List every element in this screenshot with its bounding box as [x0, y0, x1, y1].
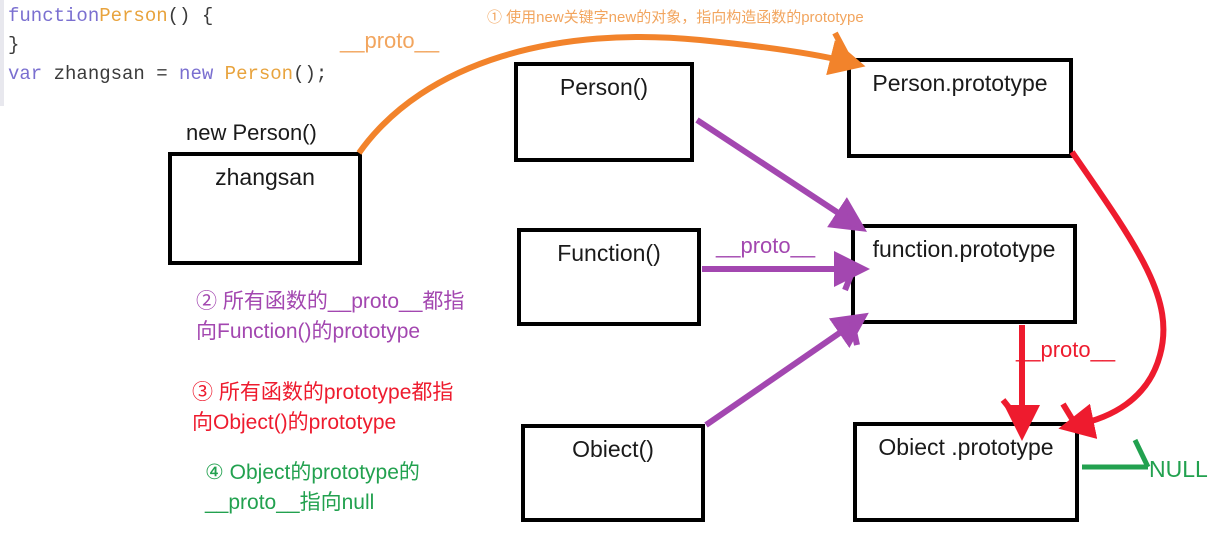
- arrow-object-prototype-to-null-chevron: [1132, 438, 1151, 469]
- arrow-object-to-function-prototype-barb: [849, 321, 860, 346]
- box-person-prototype-label: Person.prototype: [872, 70, 1048, 96]
- arrow-object-to-function-prototype: [704, 312, 869, 428]
- box-function-constructor: Function(): [517, 228, 701, 326]
- annotation-note-1: ① 使用new关键字new的对象，指向构造函数的prototype: [487, 9, 864, 26]
- code-line1-tail: () {: [167, 5, 214, 27]
- box-object-prototype-label: Obiect .prototype: [878, 434, 1054, 460]
- code-line2: }: [8, 34, 20, 56]
- annotation-note-3: ③ 所有函数的prototype都指 向Object()的prototype: [192, 381, 454, 434]
- box-person-prototype: Person.prototype: [847, 58, 1073, 158]
- code-gutter: [0, 0, 4, 106]
- annotation-note-2: ② 所有函数的__proto__都指 向Function()的prototype: [196, 290, 465, 343]
- annotation-note-4: ④ Object的prototype的 __proto__指向null: [205, 461, 420, 514]
- box-object-prototype: Obiect .prototype: [853, 422, 1079, 522]
- box-zhangsan-label: zhangsan: [215, 164, 315, 190]
- box-zhangsan: zhangsan: [168, 152, 362, 265]
- code-identifier-person: Person: [99, 5, 168, 27]
- code-snippet: functionPerson() { } var zhangsan = new …: [8, 2, 327, 89]
- box-function-prototype: function.prototype: [851, 224, 1077, 324]
- label-proto-red: __proto__: [1016, 337, 1116, 362]
- code-keyword-function: function: [8, 5, 100, 27]
- box-person-constructor-label: Person(): [559, 74, 649, 100]
- new-person-label: new Person(): [186, 120, 317, 145]
- arrow-person-prototype-to-object-prototype: [1058, 150, 1167, 439]
- label-proto-purple: __proto__: [716, 233, 816, 258]
- diagram-canvas: functionPerson() { } var zhangsan = new …: [0, 0, 1216, 534]
- code-identifier-person-call: Person: [213, 63, 294, 85]
- label-null: NULL: [1149, 456, 1208, 482]
- code-keyword-var: var: [8, 63, 43, 85]
- label-proto-orange: __proto__: [340, 28, 440, 53]
- box-object-constructor-label: Obiect(): [572, 436, 654, 462]
- code-line3-tail: ();: [293, 63, 328, 85]
- code-keyword-new: new: [179, 63, 214, 85]
- code-var-assign: zhangsan =: [42, 63, 180, 85]
- box-function-constructor-label: Function(): [557, 240, 661, 266]
- box-function-prototype-label: function.prototype: [872, 236, 1056, 262]
- box-object-constructor: Obiect(): [521, 424, 705, 522]
- arrow-person-to-function-prototype: [695, 117, 868, 232]
- box-person-constructor: Person(): [514, 62, 694, 162]
